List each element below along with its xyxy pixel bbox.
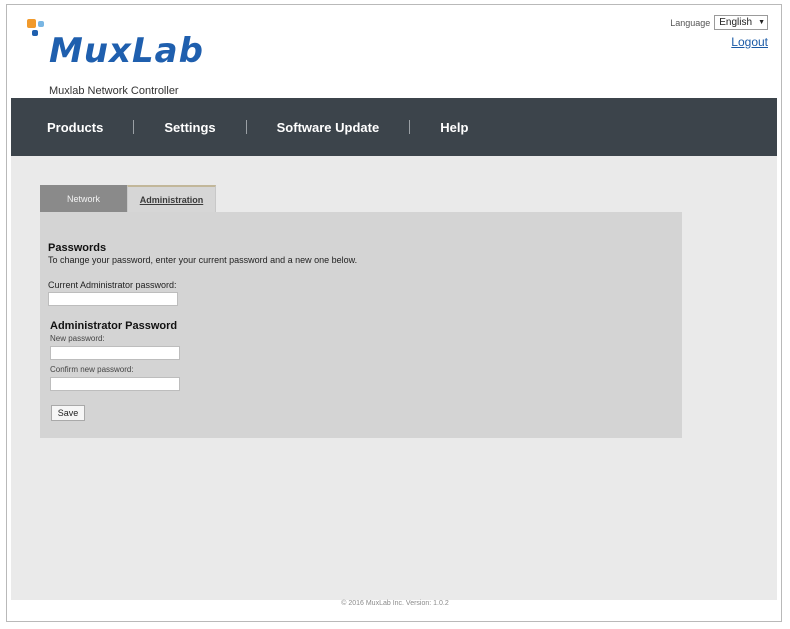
new-password-label: New password: <box>50 334 105 343</box>
nav-products[interactable]: Products <box>11 120 133 135</box>
footer-copyright: © 2016 MuxLab Inc. Version: 1.0.2 <box>341 600 449 607</box>
new-password-input[interactable] <box>50 346 180 360</box>
confirm-password-label: Confirm new password: <box>50 365 134 374</box>
confirm-password-input[interactable] <box>50 377 180 391</box>
muxlab-logo: MuxLab Muxlab Network Controller <box>27 19 287 105</box>
language-selector-group: Language English ▼ <box>670 15 768 30</box>
administrator-password-heading: Administrator Password <box>50 320 178 332</box>
chevron-down-icon: ▼ <box>758 19 765 26</box>
language-label: Language <box>670 17 711 28</box>
nav-settings[interactable]: Settings <box>134 120 245 135</box>
logout-link[interactable]: Logout <box>731 35 768 49</box>
passwords-heading: Passwords <box>48 242 107 254</box>
content-area: Network Administration Passwords To chan… <box>11 156 777 600</box>
tab-network[interactable]: Network <box>40 185 127 212</box>
app-subtitle: Muxlab Network Controller <box>49 85 179 97</box>
nav-software-update[interactable]: Software Update <box>247 120 410 135</box>
tab-administration[interactable]: Administration <box>127 185 216 212</box>
current-password-label: Current Administrator password: <box>48 280 177 290</box>
administration-panel: Passwords To change your password, enter… <box>40 212 682 438</box>
language-select[interactable]: English ▼ <box>714 15 768 30</box>
language-value: English <box>719 17 753 28</box>
current-password-input[interactable] <box>48 292 178 306</box>
passwords-description: To change your password, enter your curr… <box>48 255 358 265</box>
main-nav: Products Settings Software Update Help <box>11 98 777 156</box>
logo-text: MuxLab <box>49 31 204 71</box>
settings-tabs: Network Administration <box>40 185 216 212</box>
nav-help[interactable]: Help <box>410 120 498 135</box>
save-button[interactable]: Save <box>51 405 85 421</box>
